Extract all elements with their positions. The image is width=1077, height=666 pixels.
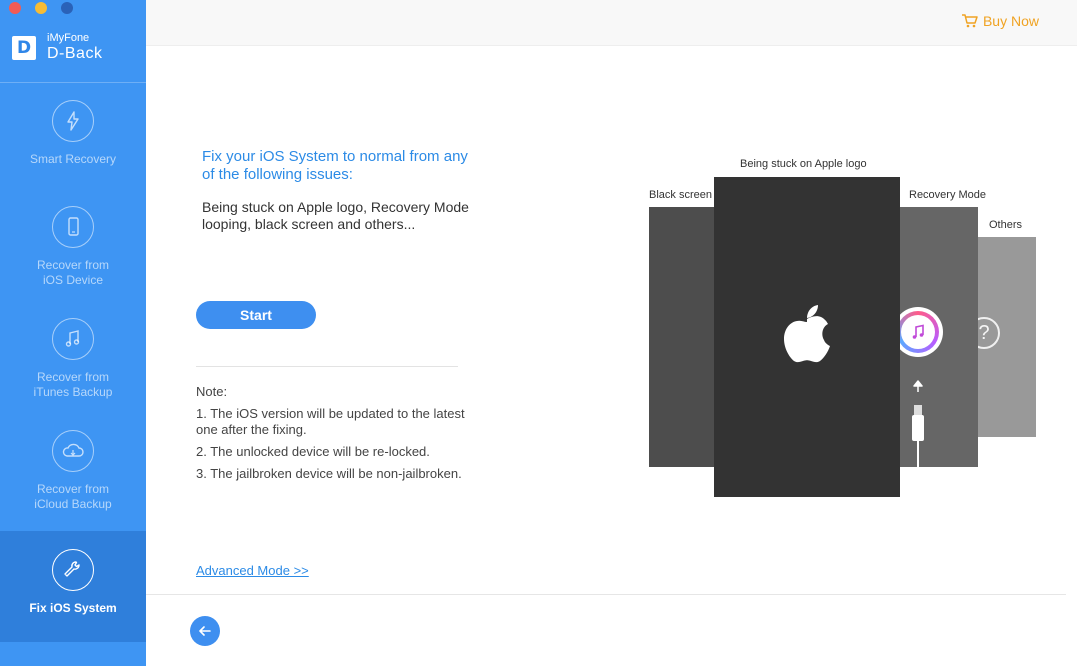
sidebar-item-label: Smart Recovery — [29, 152, 117, 166]
lightning-cable-icon — [912, 405, 924, 467]
page-title: Fix your iOS System to normal from any o… — [202, 148, 468, 183]
recovery-mode-panel — [893, 207, 978, 467]
start-button[interactable]: Start — [196, 301, 316, 329]
sidebar-item-label: Fix iOS System — [29, 601, 117, 615]
brand-divider — [0, 82, 146, 83]
label-black-screen: Black screen — [649, 189, 712, 201]
sidebar-item-fix-ios-system[interactable]: Fix iOS System — [0, 531, 146, 642]
note-item: 2. The unlocked device will be re-locked… — [196, 444, 430, 459]
cart-icon — [961, 14, 978, 28]
close-window-button[interactable] — [9, 2, 21, 14]
music-note-icon — [52, 318, 94, 360]
back-button[interactable] — [190, 616, 220, 646]
page-description: Being stuck on Apple logo, Recovery Mode… — [202, 199, 469, 232]
apple-logo-icon — [784, 305, 830, 363]
minimize-window-button[interactable] — [35, 2, 47, 14]
sidebar-item-itunes-backup[interactable]: Recover from iTunes Backup — [0, 318, 146, 418]
zoom-window-button[interactable] — [61, 2, 73, 14]
sidebar-item-smart-recovery[interactable]: Smart Recovery — [0, 100, 146, 190]
arrow-left-icon — [199, 626, 211, 636]
wrench-icon — [52, 549, 94, 591]
window-controls — [9, 2, 73, 14]
sidebar-item-ios-device[interactable]: Recover from iOS Device — [0, 206, 146, 306]
sidebar: D iMyFone D-Back Smart Recovery Recover … — [0, 0, 146, 666]
app-brand: D iMyFone D-Back — [12, 33, 102, 62]
sidebar-item-label: Recover from iOS Device — [36, 258, 110, 287]
itunes-icon — [893, 307, 943, 357]
sidebar-item-icloud-backup[interactable]: Recover from iCloud Backup — [0, 430, 146, 530]
note-title: Note: — [196, 384, 228, 399]
top-bar: Buy Now — [146, 0, 1077, 46]
note-item: 1. The iOS version will be updated to th… — [196, 406, 465, 437]
note-item: 3. The jailbroken device will be non-jai… — [196, 466, 462, 481]
app-logo-icon: D — [12, 35, 36, 60]
brand-product: D-Back — [47, 45, 103, 62]
black-screen-panel — [649, 207, 719, 467]
notes-section: Note: 1. The iOS version will be updated… — [196, 384, 466, 488]
phone-icon — [52, 206, 94, 248]
lightning-icon — [52, 100, 94, 142]
brand-company: iMyFone — [47, 32, 90, 44]
others-panel: ? — [968, 237, 1036, 437]
apple-logo-panel — [714, 177, 900, 497]
sidebar-item-label: Recover from iTunes Backup — [33, 370, 113, 399]
upload-arrow-icon — [913, 380, 923, 392]
buy-now-button[interactable]: Buy Now — [961, 13, 1039, 29]
label-recovery-mode: Recovery Mode — [909, 189, 987, 201]
cloud-icon — [52, 430, 94, 472]
footer-divider — [146, 594, 1066, 595]
advanced-mode-link[interactable]: Advanced Mode >> — [196, 563, 309, 578]
buy-now-label: Buy Now — [982, 13, 1039, 29]
sidebar-item-label: Recover from iCloud Backup — [34, 482, 112, 511]
label-others: Others — [989, 219, 1023, 231]
content-divider — [196, 366, 458, 367]
label-apple-logo: Being stuck on Apple logo — [740, 158, 867, 170]
